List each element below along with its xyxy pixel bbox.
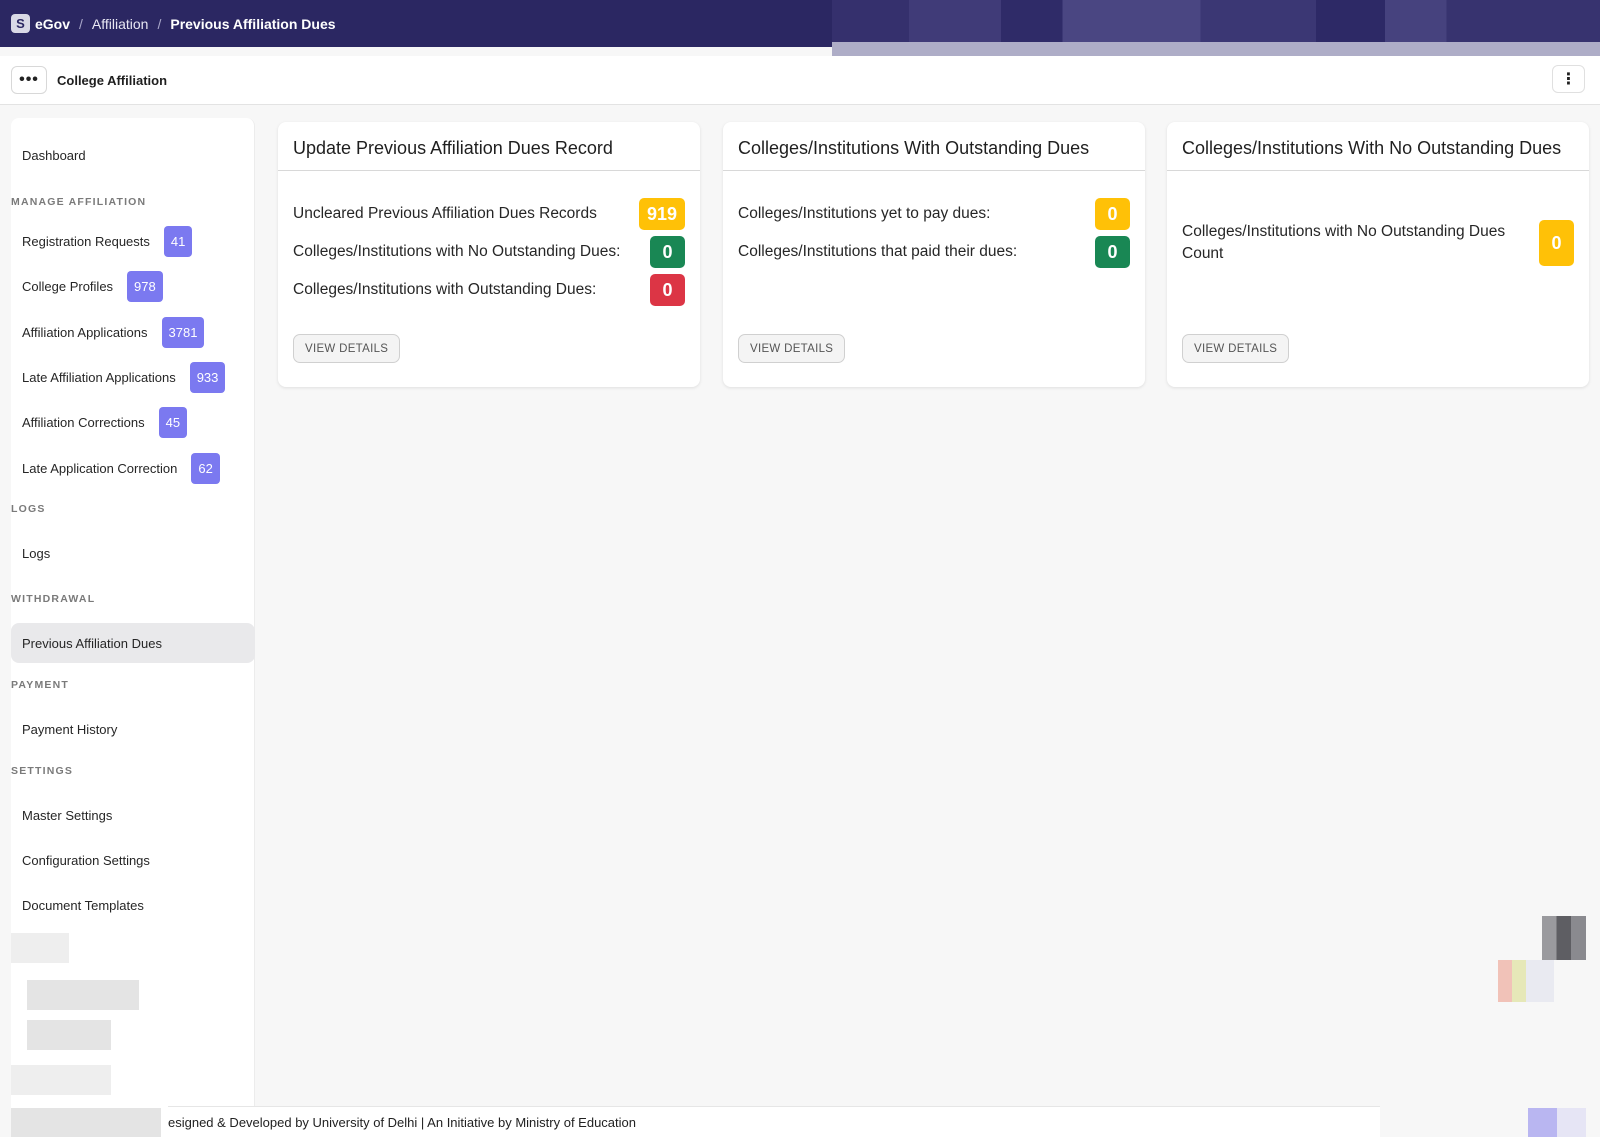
count-badge: 41 bbox=[163, 225, 193, 257]
card-title: Colleges/Institutions With No Outstandin… bbox=[1182, 138, 1562, 158]
footer-text: esigned & Developed by University of Del… bbox=[168, 1114, 636, 1130]
redacted-block bbox=[27, 980, 139, 1010]
section-logs: LOGS bbox=[11, 503, 46, 515]
stat-badge-uncleared: 919 bbox=[638, 198, 685, 230]
stat-badge-outstanding: 0 bbox=[650, 274, 685, 306]
stat-row: Colleges/Institutions with Outstanding D… bbox=[293, 274, 685, 306]
view-details-button[interactable]: VIEW DETAILS bbox=[738, 334, 846, 363]
breadcrumb-affiliation[interactable]: Affiliation bbox=[92, 16, 149, 32]
stat-label: Colleges/Institutions with No Outstandin… bbox=[293, 243, 621, 260]
section-manage-affiliation: MANAGE AFFILIATION bbox=[11, 196, 147, 208]
sidebar-item-label: Previous Affiliation Dues bbox=[22, 635, 162, 651]
sidebar-item-configuration-settings[interactable]: Configuration Settings bbox=[11, 840, 255, 880]
sidebar-item-label: Master Settings bbox=[22, 807, 113, 823]
card-outstanding-dues: Colleges/Institutions With Outstanding D… bbox=[723, 122, 1145, 387]
redacted-widget bbox=[1542, 916, 1586, 960]
sidebar-item-label: College Profiles bbox=[22, 278, 114, 294]
count-badge: 62 bbox=[191, 452, 220, 484]
card-divider bbox=[723, 170, 1145, 171]
sidebar-item-label: Affiliation Corrections bbox=[22, 414, 145, 430]
count-badge: 3781 bbox=[161, 316, 205, 348]
sidebar-item-label: Late Application Correction bbox=[22, 460, 178, 476]
sidebar-item-late-application-correction[interactable]: Late Application Correction 62 bbox=[11, 448, 255, 488]
section-settings: SETTINGS bbox=[11, 765, 74, 777]
stat-label: Colleges/Institutions with Outstanding D… bbox=[293, 281, 597, 298]
sidebar-item-master-settings[interactable]: Master Settings bbox=[11, 795, 255, 835]
sidebar-item-label: Dashboard bbox=[22, 147, 86, 163]
stat-label: Uncleared Previous Affiliation Dues Reco… bbox=[293, 205, 597, 222]
section-withdrawal: WITHDRAWAL bbox=[11, 593, 96, 605]
sidebar: Dashboard MANAGE AFFILIATION Registratio… bbox=[11, 118, 255, 1137]
sidebar-item-dashboard[interactable]: Dashboard bbox=[11, 135, 255, 175]
stat-row: Colleges/Institutions yet to pay dues: 0 bbox=[738, 198, 1130, 230]
sidebar-item-payment-history[interactable]: Payment History bbox=[11, 709, 255, 749]
card-title: Colleges/Institutions With Outstanding D… bbox=[738, 138, 1090, 158]
sidebar-item-label: Affiliation Applications bbox=[22, 324, 148, 340]
redacted-user-area bbox=[832, 0, 1600, 56]
stat-row: Colleges/Institutions with No Outstandin… bbox=[1182, 220, 1574, 266]
stat-row: Colleges/Institutions with No Outstandin… bbox=[293, 236, 685, 268]
card-no-outstanding-dues: Colleges/Institutions With No Outstandin… bbox=[1167, 122, 1589, 387]
stat-row: Uncleared Previous Affiliation Dues Reco… bbox=[293, 198, 685, 230]
card-divider bbox=[278, 170, 700, 171]
module-title: College Affiliation bbox=[57, 72, 168, 88]
sidebar-item-label: Late Affiliation Applications bbox=[22, 369, 176, 385]
sidebar-item-label: Logs bbox=[22, 545, 51, 561]
stat-label: Colleges/Institutions yet to pay dues: bbox=[738, 205, 991, 222]
sidebar-item-document-templates[interactable]: Document Templates bbox=[11, 885, 255, 925]
redacted-widget bbox=[1498, 960, 1554, 1002]
sidebar-item-previous-affiliation-dues[interactable]: Previous Affiliation Dues bbox=[11, 623, 255, 663]
stat-label: Colleges/Institutions that paid their du… bbox=[738, 243, 1018, 260]
sidebar-item-registration-requests[interactable]: Registration Requests 41 bbox=[11, 221, 255, 261]
sidebar-item-label: Configuration Settings bbox=[22, 852, 150, 868]
stat-row: Colleges/Institutions that paid their du… bbox=[738, 236, 1130, 268]
card-title: Update Previous Affiliation Dues Record bbox=[293, 138, 613, 158]
stat-badge-paid: 0 bbox=[1095, 236, 1130, 268]
footer: esigned & Developed by University of Del… bbox=[168, 1106, 1380, 1137]
app-logo[interactable]: S bbox=[11, 14, 30, 33]
stat-badge-no-outstanding: 0 bbox=[650, 236, 685, 268]
redacted-block bbox=[11, 933, 69, 963]
redacted-block bbox=[27, 1020, 111, 1050]
count-badge: 45 bbox=[158, 406, 188, 438]
breadcrumb-separator: / bbox=[157, 15, 162, 32]
view-details-button[interactable]: VIEW DETAILS bbox=[1182, 334, 1290, 363]
sidebar-item-label: Document Templates bbox=[22, 897, 144, 913]
card-divider bbox=[1167, 170, 1589, 171]
view-details-button[interactable]: VIEW DETAILS bbox=[293, 334, 401, 363]
breadcrumb-current: Previous Affiliation Dues bbox=[170, 15, 336, 32]
sub-header: ••• College Affiliation ⋮ bbox=[0, 56, 1600, 105]
sidebar-item-logs[interactable]: Logs bbox=[11, 533, 255, 573]
stat-badge-no-outstanding-count: 0 bbox=[1539, 220, 1574, 266]
sidebar-item-affiliation-applications[interactable]: Affiliation Applications 3781 bbox=[11, 312, 255, 352]
count-badge: 933 bbox=[189, 361, 226, 393]
redacted-widget bbox=[1528, 1108, 1586, 1137]
card-update-dues-record: Update Previous Affiliation Dues Record … bbox=[278, 122, 700, 387]
count-badge: 978 bbox=[127, 270, 163, 302]
sidebar-item-college-profiles[interactable]: College Profiles 978 bbox=[11, 266, 255, 306]
section-payment: PAYMENT bbox=[11, 679, 69, 691]
redacted-block bbox=[11, 1065, 111, 1095]
sidebar-item-affiliation-corrections[interactable]: Affiliation Corrections 45 bbox=[11, 402, 255, 442]
stat-badge-yet-to-pay: 0 bbox=[1095, 198, 1130, 230]
sidebar-item-label: Payment History bbox=[22, 721, 118, 737]
breadcrumb-separator: / bbox=[79, 15, 83, 32]
sidebar-item-late-affiliation-applications[interactable]: Late Affiliation Applications 933 bbox=[11, 357, 255, 397]
more-menu-button[interactable]: ••• bbox=[11, 66, 47, 94]
kebab-menu-button[interactable]: ⋮ bbox=[1552, 65, 1585, 93]
brand-link[interactable]: eGov bbox=[35, 16, 70, 32]
redacted-block bbox=[11, 1108, 161, 1137]
sidebar-item-label: Registration Requests bbox=[22, 233, 150, 249]
stat-label: Colleges/Institutions with No Outstandin… bbox=[1182, 223, 1506, 262]
